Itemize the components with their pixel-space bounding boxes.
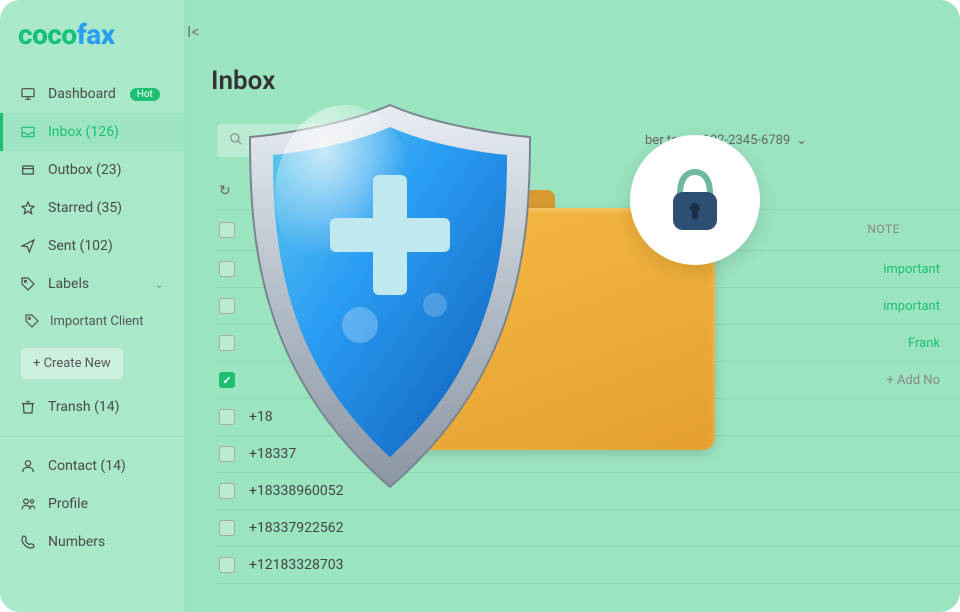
page-title: Inbox xyxy=(211,66,960,96)
row-number: +12183328703 xyxy=(249,557,344,573)
collapse-sidebar-button[interactable]: I< xyxy=(187,22,199,41)
sidebar-item-label: Contact (14) xyxy=(48,458,126,474)
primary-nav: Dashboard Hot Inbox (126) Outbox (23) xyxy=(0,69,184,567)
column-header-note: NOTE xyxy=(867,222,960,238)
sidebar-item-outbox[interactable]: Outbox (23) xyxy=(0,151,184,189)
main-content: I< Inbox ber to: +1 182-2345-6789 ⌄ ↻ NO… xyxy=(185,0,960,612)
row-checkbox[interactable] xyxy=(219,335,235,351)
table-row[interactable]: +12183328703 xyxy=(217,547,960,584)
row-note: important xyxy=(883,299,960,314)
sidebar-item-numbers[interactable]: Numbers xyxy=(0,523,184,561)
outbox-icon xyxy=(20,162,36,178)
row-checkbox[interactable] xyxy=(219,409,235,425)
trash-icon xyxy=(20,399,36,415)
table-row[interactable]: +18337922562 xyxy=(217,510,960,547)
table-row[interactable]: +18338960052 xyxy=(217,473,960,510)
table-body: important important Frank Add No +18 +18337 +1… xyxy=(217,251,960,584)
table-header: NOTE xyxy=(217,210,960,251)
table-row[interactable]: +18337 xyxy=(217,436,960,473)
sidebar-item-label: Starred (35) xyxy=(48,200,122,216)
create-new-button[interactable]: + Create New xyxy=(20,347,124,380)
app-window: cocofax Dashboard Hot Inbox (126) xyxy=(0,0,960,612)
sidebar-item-trash[interactable]: Transh (14) xyxy=(0,388,184,426)
row-note: important xyxy=(883,262,960,277)
list-toolbar: ↻ xyxy=(217,173,960,210)
sidebar-item-label: Transh (14) xyxy=(48,399,119,415)
table-row[interactable]: +18 xyxy=(217,399,960,436)
sidebar-item-sent[interactable]: Sent (102) xyxy=(0,227,184,265)
sidebar-item-label: Dashboard xyxy=(48,86,116,102)
table-row[interactable]: important xyxy=(217,251,960,288)
sidebar-item-label: Profile xyxy=(48,496,88,512)
nav-divider xyxy=(0,436,184,437)
sidebar-item-label: Outbox (23) xyxy=(48,162,121,178)
brand-logo: cocofax xyxy=(0,18,184,69)
sidebar-item-labels[interactable]: Labels ⌄ xyxy=(0,265,184,303)
tag-icon xyxy=(20,276,36,292)
sidebar-item-label: Inbox (126) xyxy=(48,124,119,140)
table-row[interactable]: important xyxy=(217,288,960,325)
user-icon xyxy=(20,458,36,474)
add-note-button[interactable]: Add No xyxy=(886,373,960,388)
brand-part1: coco xyxy=(18,18,77,51)
row-number: +18338960052 xyxy=(249,483,344,499)
tag-icon xyxy=(24,313,40,329)
sidebar-item-dashboard[interactable]: Dashboard Hot xyxy=(0,75,184,113)
chevron-down-icon: ⌄ xyxy=(155,278,164,291)
table-row[interactable]: Add No xyxy=(217,362,960,399)
refresh-icon[interactable]: ↻ xyxy=(219,183,231,199)
row-checkbox[interactable] xyxy=(219,557,235,573)
row-number: +18337 xyxy=(249,446,296,462)
hot-badge: Hot xyxy=(130,88,160,101)
brand-part2: fax xyxy=(77,18,115,51)
sidebar-item-contact[interactable]: Contact (14) xyxy=(0,447,184,485)
chevron-down-icon: ⌄ xyxy=(796,133,807,148)
profile-icon xyxy=(20,496,36,512)
sidebar-subitem-important-client[interactable]: Important Client xyxy=(0,303,184,339)
row-checkbox[interactable] xyxy=(219,298,235,314)
inbox-icon xyxy=(20,124,36,140)
sidebar-item-label: Numbers xyxy=(48,534,105,550)
row-number: +18 xyxy=(249,409,273,425)
sidebar-item-inbox[interactable]: Inbox (126) xyxy=(0,113,184,151)
sidebar-item-starred[interactable]: Starred (35) xyxy=(0,189,184,227)
row-checkbox[interactable] xyxy=(219,483,235,499)
star-icon xyxy=(20,200,36,216)
select-all-checkbox[interactable] xyxy=(219,222,235,238)
sidebar-item-profile[interactable]: Profile xyxy=(0,485,184,523)
row-checkbox[interactable] xyxy=(219,520,235,536)
sidebar: cocofax Dashboard Hot Inbox (126) xyxy=(0,0,185,612)
search-input[interactable] xyxy=(251,133,425,148)
sidebar-item-label: Sent (102) xyxy=(48,238,113,254)
row-number: +18337922562 xyxy=(249,520,344,536)
fax-number-dropdown[interactable]: ber to: +1 182-2345-6789 ⌄ xyxy=(645,133,807,148)
toolbar: ber to: +1 182-2345-6789 ⌄ xyxy=(217,124,960,157)
table-row[interactable]: Frank xyxy=(217,325,960,362)
sidebar-subitem-label: Important Client xyxy=(50,314,143,329)
monitor-icon xyxy=(20,86,36,102)
search-icon xyxy=(229,131,243,150)
sidebar-item-label: Labels xyxy=(48,276,89,292)
search-box[interactable] xyxy=(217,124,437,157)
phone-icon xyxy=(20,534,36,550)
send-icon xyxy=(20,238,36,254)
row-checkbox[interactable] xyxy=(219,446,235,462)
row-checkbox[interactable] xyxy=(219,261,235,277)
fax-number-label: ber to: +1 182-2345-6789 xyxy=(645,133,790,148)
row-note: Frank xyxy=(908,336,960,351)
row-checkbox[interactable] xyxy=(219,372,235,388)
